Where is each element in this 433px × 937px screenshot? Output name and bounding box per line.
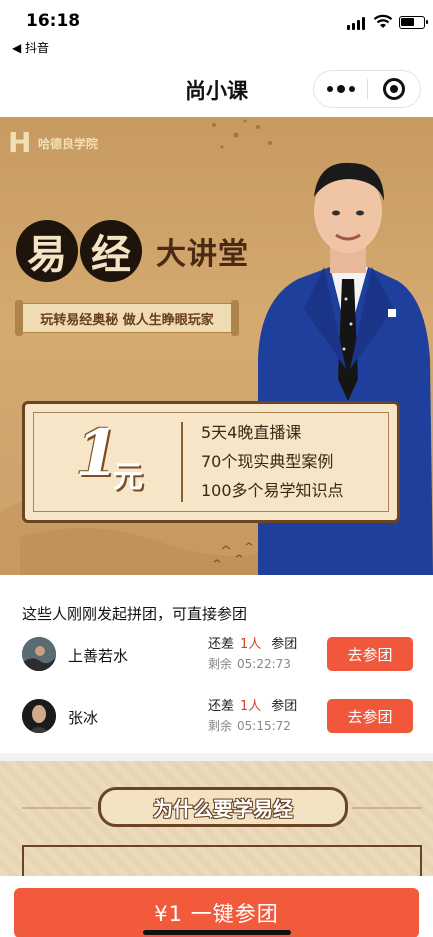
countdown: 05:22:73 bbox=[237, 657, 291, 671]
more-options-button[interactable] bbox=[314, 71, 367, 107]
section-title: 为什么要学易经 bbox=[98, 787, 348, 827]
selling-point: 70个现实典型案例 bbox=[201, 452, 334, 471]
price-unit: 元 bbox=[113, 460, 143, 495]
battery-icon bbox=[399, 16, 428, 29]
members-needed: 还差 1人 参团 bbox=[208, 633, 297, 652]
home-indicator bbox=[143, 930, 291, 935]
selling-points: 5天4晚直播课 70个现实典型案例 100多个易学知识点 bbox=[201, 418, 344, 505]
need-count: 1人 bbox=[240, 699, 262, 714]
need-count: 1人 bbox=[240, 637, 262, 652]
panel-divider bbox=[181, 422, 183, 502]
price-panel: 1 元 5天4晚直播课 70个现实典型案例 100多个易学知识点 bbox=[22, 401, 400, 523]
close-mini-program-button[interactable] bbox=[368, 71, 420, 107]
group-row: 上善若水 还差 1人 参团 剩余 05:22:73 去参团 bbox=[0, 631, 433, 679]
avatar bbox=[22, 699, 56, 733]
join-group-button[interactable]: 去参团 bbox=[327, 699, 413, 733]
course-title: 易 经 大讲堂 bbox=[16, 220, 249, 282]
wifi-icon bbox=[373, 14, 393, 28]
decorative-line bbox=[22, 807, 92, 809]
academy-name: 哈德良学院 bbox=[38, 136, 99, 151]
course-banner: H 哈德良学院 易 经 大讲堂 玩转易经奥秘 做人生睁眼玩家 1 元 5天4晚直… bbox=[0, 117, 433, 575]
selling-point: 100多个易学知识点 bbox=[201, 481, 344, 500]
join-group-button[interactable]: 去参团 bbox=[327, 637, 413, 671]
remain-label: 剩余 bbox=[208, 719, 233, 733]
target-icon bbox=[382, 78, 405, 100]
back-to-app-link[interactable]: ◀ 抖音 bbox=[12, 39, 49, 56]
selling-point: 5天4晚直播课 bbox=[201, 423, 302, 442]
need-suffix: 参团 bbox=[271, 637, 298, 652]
cellular-signal-icon bbox=[347, 17, 365, 30]
need-suffix: 参团 bbox=[271, 699, 298, 714]
academy-logo: H 哈德良学院 bbox=[8, 126, 98, 160]
time-remaining: 剩余 05:15:72 bbox=[208, 717, 291, 734]
avatar bbox=[22, 637, 56, 671]
bottom-bar: ¥1 一键参团 bbox=[0, 876, 433, 937]
countdown: 05:15:72 bbox=[237, 719, 291, 733]
need-label: 还差 bbox=[208, 637, 235, 652]
section-gap bbox=[0, 753, 433, 761]
title-char-1: 易 bbox=[16, 220, 78, 282]
title-char-2: 经 bbox=[80, 220, 142, 282]
group-buy-section: 这些人刚刚发起拼团，可直接参团 上善若水 还差 1人 参团 剩余 05:22:73 去… bbox=[0, 575, 433, 753]
group-buy-heading: 这些人刚刚发起拼团，可直接参团 bbox=[22, 605, 248, 623]
member-name: 上善若水 bbox=[68, 647, 129, 665]
why-study-section: 为什么要学易经 bbox=[0, 761, 433, 891]
decorative-line bbox=[352, 807, 422, 809]
title-suffix: 大讲堂 bbox=[156, 237, 249, 272]
need-label: 还差 bbox=[208, 699, 235, 714]
status-bar: 16:18 ◀ 抖音 bbox=[0, 0, 433, 64]
navigation-bar: 尚小课 bbox=[0, 64, 433, 114]
time-remaining: 剩余 05:22:73 bbox=[208, 655, 291, 672]
remain-label: 剩余 bbox=[208, 657, 233, 671]
slogan-scroll: 玩转易经奥秘 做人生睁眼玩家 bbox=[15, 300, 239, 336]
status-time: 16:18 bbox=[26, 11, 81, 31]
members-needed: 还差 1人 参团 bbox=[208, 695, 297, 714]
group-row: 张冰 还差 1人 参团 剩余 05:15:72 去参团 bbox=[0, 693, 433, 741]
member-name: 张冰 bbox=[68, 709, 99, 727]
mini-program-page: 16:18 ◀ 抖音 尚小课 H 哈德良学院 易 经 大讲堂 玩转易经奥秘 做人… bbox=[0, 0, 433, 937]
h-logo-icon: H bbox=[8, 126, 32, 159]
mini-program-capsule bbox=[313, 70, 421, 108]
